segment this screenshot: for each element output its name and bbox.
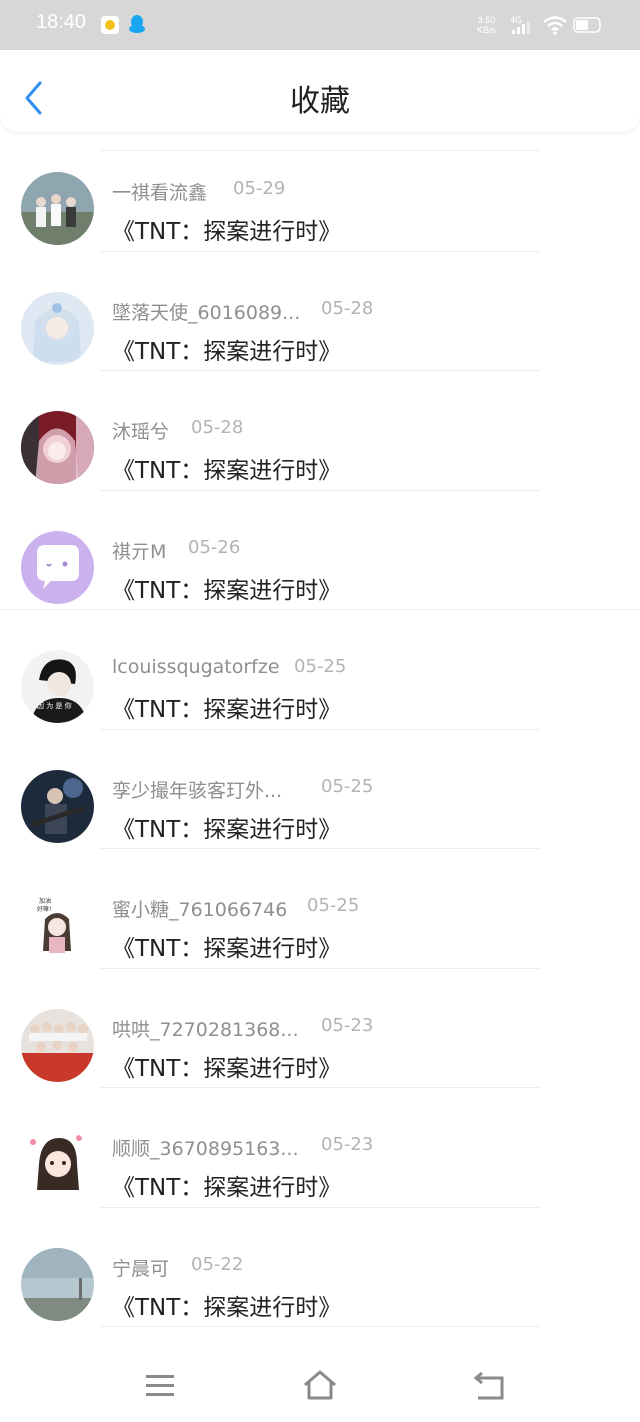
wifi-icon [543,16,567,35]
item-username: 哄哄_7270281368... [112,1018,299,1041]
avatar [21,530,94,604]
item-date: 05-25 [307,895,360,916]
item-meta: 顺顺_3670895163... 05-23 [112,1134,373,1161]
item-title: 《TNT：探案进行时》 [112,458,342,484]
item-meta: 宁晨可 05-22 [112,1254,243,1281]
item-meta: 墜落天使_6016089... 05-28 [112,298,373,325]
item-title: 《TNT：探案进行时》 [112,936,342,962]
item-date: 05-25 [294,656,347,677]
status-bar: 18:40 3.50 KB/s 4G [0,0,640,50]
item-meta: 祺亓M 05-26 [112,537,240,564]
svg-text:因 为 是 你: 因 为 是 你 [37,701,72,710]
avatar [21,1128,94,1201]
avatar [21,1247,94,1321]
avatar: 因 为 是 你 [21,650,94,723]
item-date: 05-23 [321,1014,374,1036]
list-item[interactable]: 一祺看流鑫 05-29 《TNT：探案进行时》 [0,132,640,252]
item-username: 孪少撮年骇客玎外... [112,779,283,802]
item-title: 《TNT：探案进行时》 [112,1175,342,1201]
item-meta: 蜜小糖_761066746 05-25 [112,895,359,922]
system-nav-bar [0,1348,640,1422]
list-item[interactable]: 顺顺_3670895163... 05-23 《TNT：探案进行时》 [0,1088,640,1208]
list-item[interactable]: 加油 好嘛! 蜜小糖_761066746 05-25 《TNT：探案进行时》 [0,849,640,969]
item-date: 05-28 [321,297,374,319]
svg-text:好嘛!: 好嘛! [37,905,51,913]
avatar [21,411,94,484]
net-speed-value: 3.50 [477,15,496,25]
item-meta: 沐瑶兮 05-28 [112,417,243,444]
item-date: 05-28 [191,417,244,438]
list-item[interactable]: 宁晨可 05-22 《TNT：探案进行时》 [0,1208,640,1327]
item-date: 05-26 [188,536,241,558]
list-item[interactable]: 孪少撮年骇客玎外... 05-25 《TNT：探案进行时》 [0,730,640,849]
item-username: 墜落天使_6016089... [112,301,301,324]
avatar [21,291,94,365]
item-username: 沐瑶兮 [112,421,170,443]
app-notification-icon [101,16,119,34]
item-username: 祺亓M [112,540,167,563]
list-item[interactable]: 沐瑶兮 05-28 《TNT：探案进行时》 [0,371,640,491]
menu-icon[interactable] [145,1372,175,1400]
signal-icon: 4G [510,15,530,34]
avatar [21,172,94,245]
item-title: 《TNT：探案进行时》 [112,1055,342,1082]
item-date: 05-29 [233,178,286,199]
item-username: 一祺看流鑫 [112,182,208,204]
qq-icon [129,15,145,33]
item-title: 《TNT：探案进行时》 [112,219,342,245]
item-meta: 一祺看流鑫 05-29 [112,178,285,205]
net-speed: 3.50 KB/s [477,15,496,35]
avatar: 加油 好嘛! [21,889,94,962]
item-title: 《TNT：探案进行时》 [112,816,342,843]
page-title: 收藏 [290,84,350,119]
item-date: 05-23 [321,1134,374,1155]
item-title: 《TNT：探案进行时》 [112,338,342,365]
item-meta: 哄哄_7270281368... 05-23 [112,1015,373,1042]
item-username: lcouissqugatorfze [112,656,280,678]
home-icon[interactable] [301,1368,339,1402]
item-title: 《TNT：探案进行时》 [112,697,342,723]
list-item[interactable]: 哄哄_7270281368... 05-23 《TNT：探案进行时》 [0,969,640,1088]
net-speed-unit: KB/s [477,25,497,35]
avatar [21,769,94,843]
item-meta: 孪少撮年骇客玎外... 05-25 [112,776,373,803]
status-time: 18:40 [36,11,87,33]
battery-icon [573,17,601,33]
favorites-list: 一祺看流鑫 05-29 《TNT：探案进行时》 墜落天使_6016089... … [0,132,640,1327]
list-item[interactable]: 因 为 是 你 lcouissqugatorfze 05-25 《TNT：探案进… [0,610,640,730]
item-username: 宁晨可 [112,1257,170,1280]
svg-text:加油: 加油 [39,897,51,905]
header-bar: 收藏 [0,50,640,132]
item-title: 《TNT：探案进行时》 [112,1294,342,1321]
item-date: 05-25 [321,775,374,797]
divider [100,1326,540,1327]
item-username: 蜜小糖_761066746 [112,899,288,921]
item-username: 顺顺_3670895163... [112,1138,299,1160]
item-date: 05-22 [191,1253,244,1275]
avatar [21,1008,94,1082]
item-title: 《TNT：探案进行时》 [112,577,342,604]
network-label: 4G [510,15,522,25]
list-item[interactable]: 墜落天使_6016089... 05-28 《TNT：探案进行时》 [0,252,640,371]
return-icon[interactable] [472,1370,506,1402]
item-meta: lcouissqugatorfze 05-25 [112,656,346,678]
list-item[interactable]: 祺亓M 05-26 《TNT：探案进行时》 [0,491,640,610]
